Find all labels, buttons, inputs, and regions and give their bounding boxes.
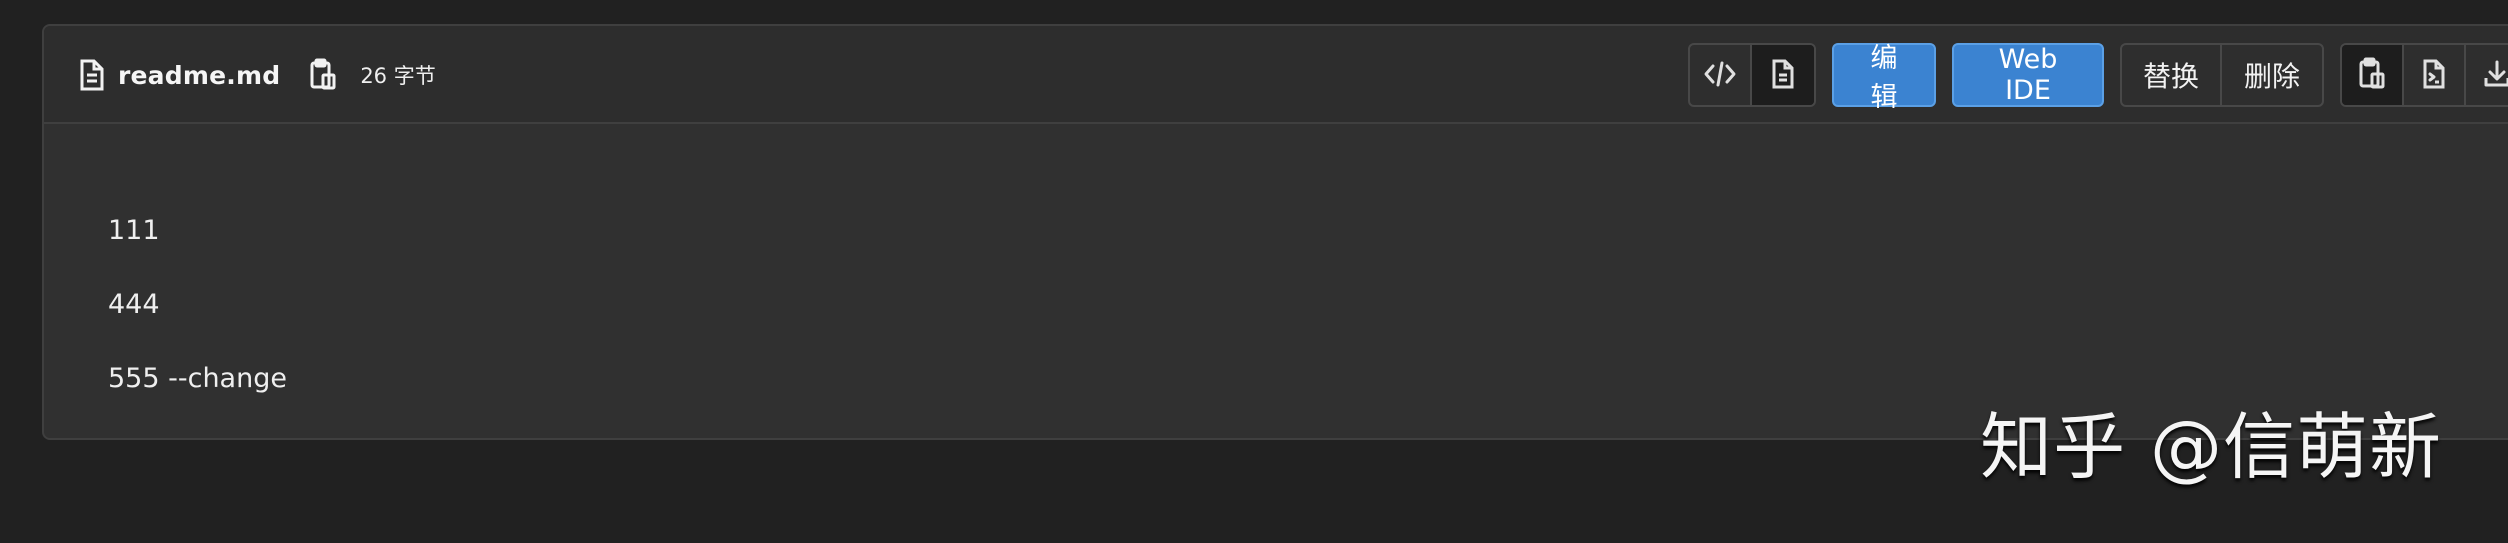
- file-tools-group: [2340, 43, 2508, 107]
- source-watermark: 知乎 @信萌新: [1980, 405, 2442, 489]
- delete-button[interactable]: 删除: [2222, 45, 2322, 105]
- terminal-file-icon: [2420, 58, 2448, 93]
- content-line: 111: [108, 215, 160, 246]
- replace-button[interactable]: 替换: [2122, 45, 2222, 105]
- view-source-button[interactable]: [1690, 45, 1752, 105]
- file-action-group: 替换 删除: [2120, 43, 2324, 107]
- code-icon: [1703, 60, 1737, 91]
- clipboard-icon[interactable]: [306, 58, 340, 92]
- copy-file-button[interactable]: [2342, 45, 2404, 105]
- web-ide-button[interactable]: Web IDE: [1952, 43, 2104, 107]
- file-card: readme.md 26 字节 编辑 Web IDE 替换 删除 111 444…: [42, 24, 2508, 440]
- file-toolbar: 编辑 Web IDE 替换 删除: [1688, 42, 2508, 113]
- view-mode-group: [1688, 43, 1816, 107]
- download-button[interactable]: [2466, 45, 2508, 105]
- content-line: 444: [108, 289, 160, 320]
- open-raw-button[interactable]: [2404, 45, 2466, 105]
- file-content: 111 444 555 --change: [108, 194, 287, 416]
- content-line: 555 --change: [108, 363, 287, 394]
- document-icon: [78, 59, 106, 91]
- rendered-view-button[interactable]: [1752, 45, 1814, 105]
- file-header: readme.md 26 字节 编辑 Web IDE 替换 删除: [44, 26, 2508, 124]
- download-icon: [2481, 58, 2508, 93]
- file-name: readme.md: [118, 60, 281, 90]
- file-title-area: readme.md 26 字节: [78, 55, 436, 95]
- document-icon: [1769, 58, 1797, 93]
- clipboard-icon: [2357, 57, 2387, 94]
- file-size: 26 字节: [360, 64, 436, 88]
- edit-button[interactable]: 编辑: [1832, 43, 1936, 113]
